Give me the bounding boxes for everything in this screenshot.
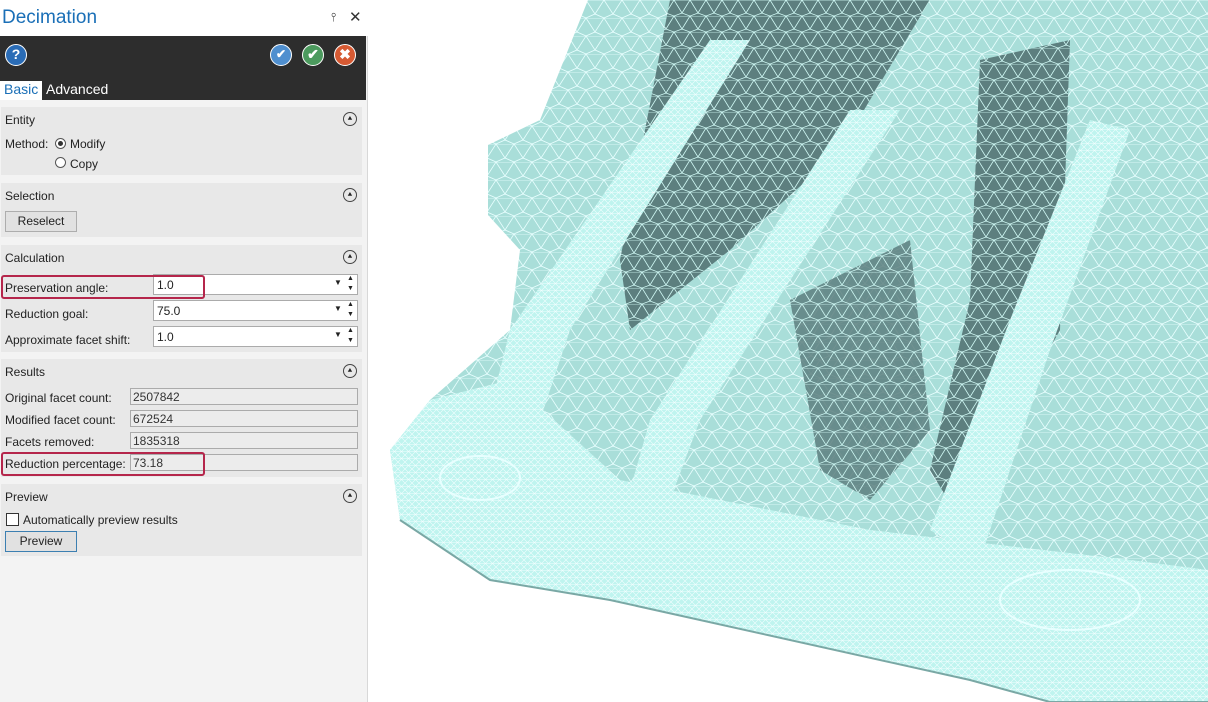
modify-radio-label[interactable]: Modify xyxy=(70,137,105,151)
modify-radio[interactable] xyxy=(55,138,66,149)
facet-shift-value[interactable]: 1.0 xyxy=(157,330,174,344)
mesh-model xyxy=(390,0,1208,702)
method-label: Method: xyxy=(5,137,49,151)
original-count-field: 2507842 xyxy=(130,388,358,405)
highlight-box xyxy=(1,452,205,476)
spin-up-icon[interactable]: ▲ xyxy=(347,275,354,282)
collapse-icon[interactable]: ⯅ xyxy=(343,112,357,126)
tab-basic[interactable]: Basic xyxy=(0,81,43,100)
collapse-icon[interactable]: ⯅ xyxy=(343,489,357,503)
3d-viewport[interactable] xyxy=(370,0,1208,702)
original-count-label: Original facet count: xyxy=(5,391,112,405)
panel-title: Decimation xyxy=(2,7,98,28)
tab-advanced[interactable]: Advanced xyxy=(42,81,112,100)
checkmark-icon[interactable]: ✔ xyxy=(302,44,324,66)
modified-count-field: 672524 xyxy=(130,410,358,427)
collapse-icon[interactable]: ⯅ xyxy=(343,188,357,202)
cancel-icon[interactable]: ✖ xyxy=(334,44,356,66)
close-icon[interactable]: ✕ xyxy=(349,8,362,26)
help-icon[interactable]: ? xyxy=(5,44,27,66)
selection-header: Selection xyxy=(5,189,55,203)
modified-count-label: Modified facet count: xyxy=(5,413,116,427)
preview-button[interactable]: Preview xyxy=(5,531,77,552)
pin-icon[interactable]: ⫯ xyxy=(331,10,336,25)
dropdown-icon[interactable]: ▼ xyxy=(334,304,342,313)
results-header: Results xyxy=(5,365,46,379)
auto-preview-label[interactable]: Automatically preview results xyxy=(23,513,178,527)
reselect-button[interactable]: Reselect xyxy=(5,211,77,232)
spin-up-icon[interactable]: ▲ xyxy=(347,327,354,334)
original-count-value: 2507842 xyxy=(133,390,180,404)
calculation-header: Calculation xyxy=(5,251,65,265)
spin-down-icon[interactable]: ▼ xyxy=(347,285,354,292)
modified-count-value: 672524 xyxy=(133,412,174,426)
collapse-icon[interactable]: ⯅ xyxy=(343,250,357,264)
collapse-icon[interactable]: ⯅ xyxy=(343,364,357,378)
highlight-box xyxy=(1,275,205,299)
reduction-goal-input[interactable]: 75.0 ▼ ▲ ▼ xyxy=(153,300,358,321)
facet-shift-label: Approximate facet shift: xyxy=(5,333,131,347)
dropdown-icon[interactable]: ▼ xyxy=(334,330,342,339)
spin-down-icon[interactable]: ▼ xyxy=(347,311,354,318)
entity-header: Entity xyxy=(5,113,36,127)
copy-radio[interactable] xyxy=(55,157,66,168)
facets-removed-value: 1835318 xyxy=(133,434,180,448)
panel-titlebar: Decimation ⫯ ✕ xyxy=(0,0,368,36)
facets-removed-field: 1835318 xyxy=(130,432,358,449)
apply-plus-icon[interactable]: ✔ xyxy=(270,44,292,66)
facets-removed-label: Facets removed: xyxy=(5,435,95,449)
preview-section: Preview ⯅ Automatically preview results … xyxy=(1,484,362,556)
copy-radio-label[interactable]: Copy xyxy=(70,157,98,171)
preview-header: Preview xyxy=(5,490,48,504)
panel-toolbar: ? ✔ ✔ ✖ Basic Advanced xyxy=(0,36,366,100)
spin-down-icon[interactable]: ▼ xyxy=(347,337,354,344)
entity-section: Entity ⯅ Method: Modify Copy xyxy=(1,107,362,175)
selection-section: Selection ⯅ Reselect xyxy=(1,183,362,237)
reduction-goal-value[interactable]: 75.0 xyxy=(157,304,180,318)
decimation-panel: Decimation ⫯ ✕ ? ✔ ✔ ✖ Basic Advanced En… xyxy=(0,0,368,702)
facet-shift-input[interactable]: 1.0 ▼ ▲ ▼ xyxy=(153,326,358,347)
reduction-goal-label: Reduction goal: xyxy=(5,307,89,321)
dropdown-icon[interactable]: ▼ xyxy=(334,278,342,287)
auto-preview-checkbox[interactable] xyxy=(6,513,19,526)
spin-up-icon[interactable]: ▲ xyxy=(347,301,354,308)
